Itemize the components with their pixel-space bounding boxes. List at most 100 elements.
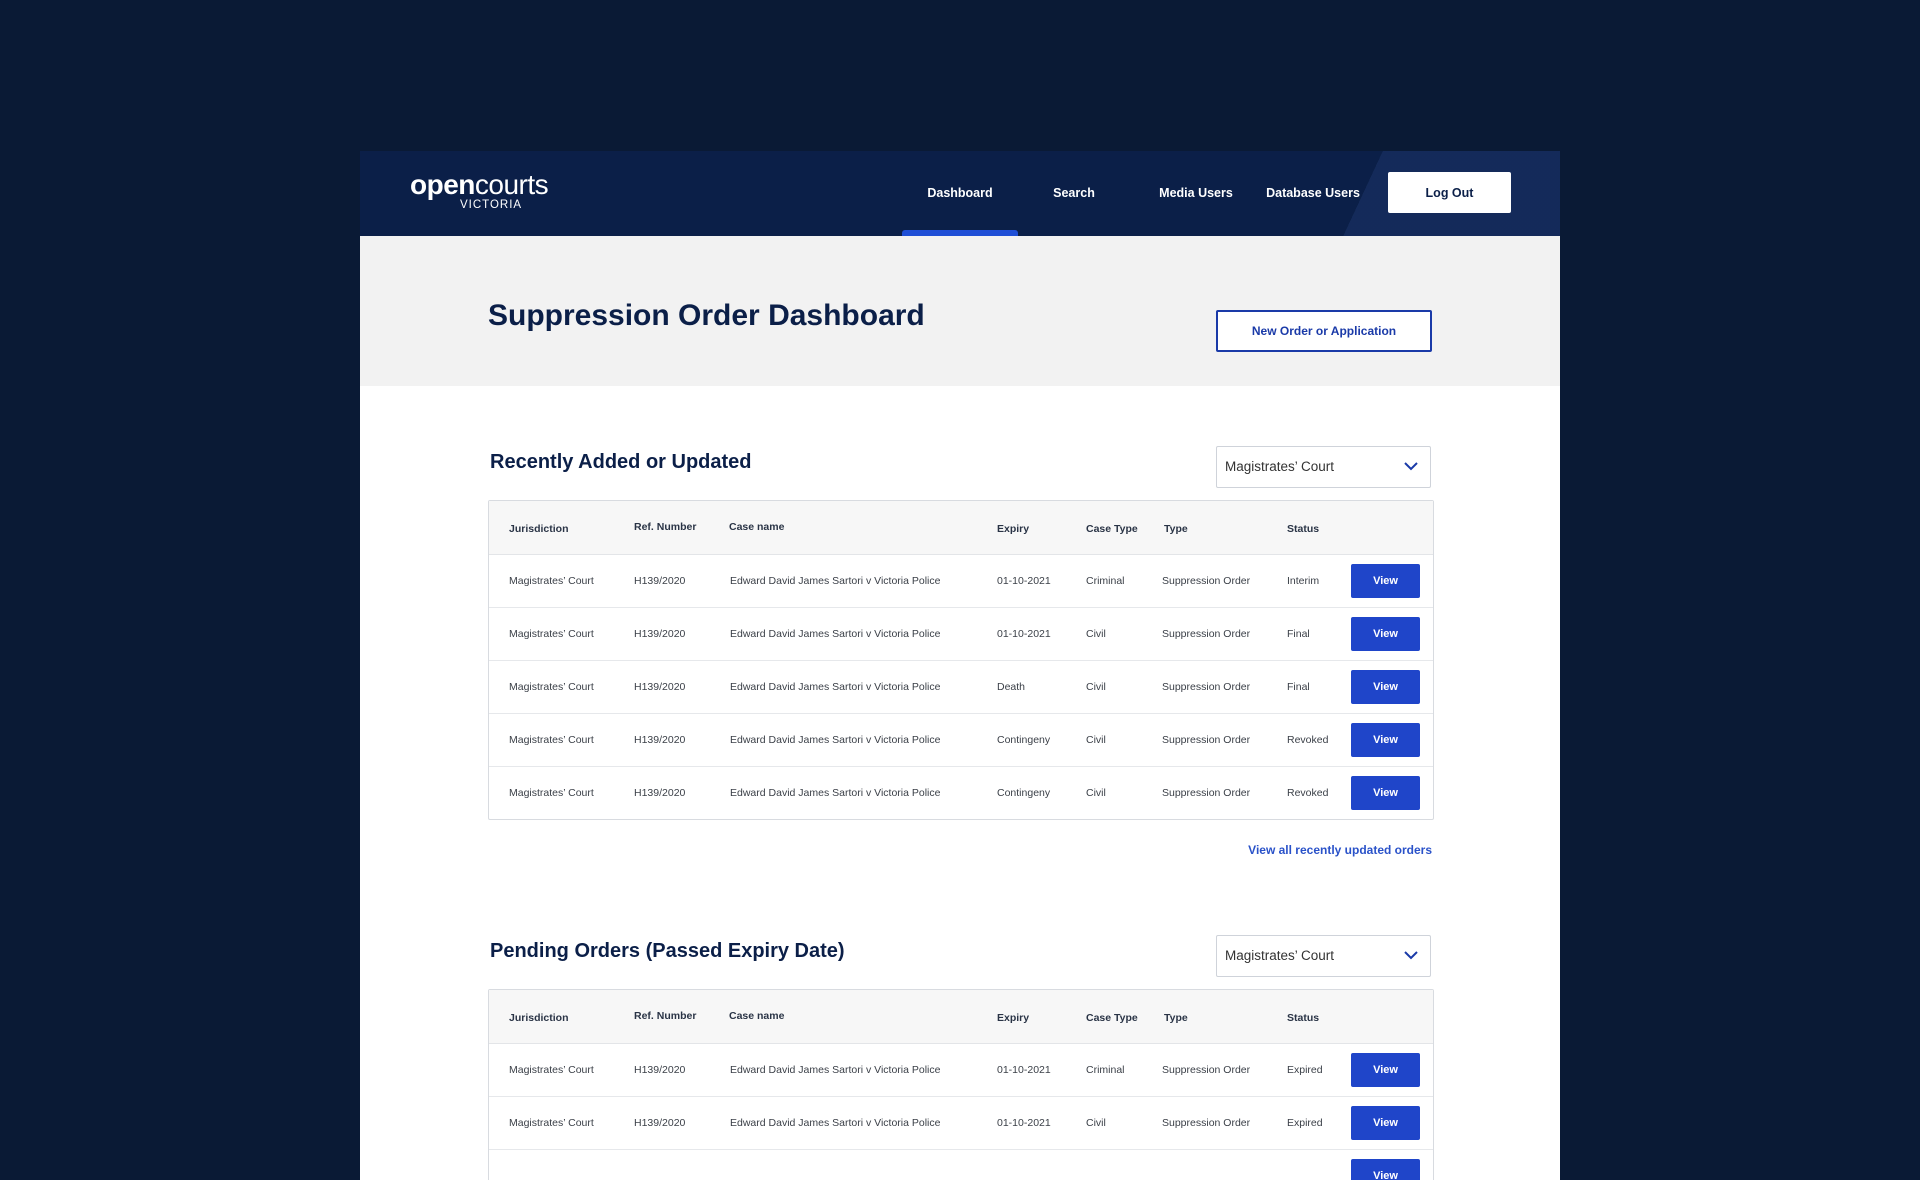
cell-status: Final <box>1287 681 1310 693</box>
select-value: Magistrates’ Court <box>1225 459 1335 474</box>
cell-expiry: Contingeny <box>997 734 1051 746</box>
col-expiry: Expiry <box>997 1012 1030 1024</box>
col-type: Type <box>1164 523 1188 535</box>
cell-ref: H139/2020 <box>634 681 686 693</box>
col-jurisdiction: Jurisdiction <box>509 1012 569 1024</box>
cell-case-type: Civil <box>1086 734 1106 746</box>
section-title: Pending Orders (Passed Expiry Date) <box>490 940 845 962</box>
col-ref-number: Ref. Number <box>634 1010 697 1022</box>
cell-type: Suppression Order <box>1162 787 1251 799</box>
cell-status: Final <box>1287 628 1310 640</box>
cell-ref: H139/2020 <box>634 628 686 640</box>
table-row: Magistrates’ Court H139/2020 Edward Davi… <box>489 661 1433 714</box>
nav-dashboard[interactable]: Dashboard <box>902 151 1018 236</box>
col-status: Status <box>1287 1012 1320 1024</box>
cell-case-name: Edward David James Sartori v Victoria Po… <box>730 1117 941 1129</box>
col-expiry: Expiry <box>997 523 1030 535</box>
table-header: Jurisdiction Ref. Number Case name Expir… <box>489 501 1433 555</box>
col-case-name: Case name <box>729 521 785 533</box>
cell-jurisdiction: Magistrates’ Court <box>509 575 594 587</box>
recent-orders-table: Jurisdiction Ref. Number Case name Expir… <box>488 500 1434 820</box>
jurisdiction-filter-select[interactable]: Magistrates’ Court <box>1216 446 1431 488</box>
new-order-button[interactable]: New Order or Application <box>1216 310 1432 352</box>
cell-type: Suppression Order <box>1162 1117 1251 1129</box>
cell-status: Expired <box>1287 1117 1323 1129</box>
cell-status: Interim <box>1287 575 1320 587</box>
top-navigation-bar: opencourts VICTORIA Dashboard Search Med… <box>360 151 1560 236</box>
cell-ref: H139/2020 <box>634 1117 686 1129</box>
cell-case-type: Civil <box>1086 787 1106 799</box>
view-button[interactable]: View <box>1351 1106 1420 1140</box>
pending-orders-section: Pending Orders (Passed Expiry Date) Magi… <box>360 881 1560 1180</box>
view-button[interactable]: View <box>1351 670 1420 704</box>
view-button[interactable]: View <box>1351 564 1420 598</box>
cell-jurisdiction: Magistrates’ Court <box>509 1117 594 1129</box>
col-case-type: Case Type <box>1086 1012 1138 1024</box>
page-title-band: Suppression Order Dashboard New Order or… <box>360 236 1560 386</box>
cell-case-type: Criminal <box>1086 575 1125 587</box>
cell-case-name: Edward David James Sartori v Victoria Po… <box>730 681 941 693</box>
nav-database-users[interactable]: Database Users <box>1253 151 1373 236</box>
cell-expiry: Death <box>997 681 1026 693</box>
chevron-down-icon <box>1404 951 1418 960</box>
table-header: Jurisdiction Ref. Number Case name Expir… <box>489 990 1433 1044</box>
cell-status: Revoked <box>1287 734 1329 746</box>
col-case-type: Case Type <box>1086 523 1138 535</box>
cell-expiry: 01-10-2021 <box>997 575 1051 587</box>
cell-case-type: Civil <box>1086 1117 1106 1129</box>
col-ref-number: Ref. Number <box>634 521 697 533</box>
cell-status: Revoked <box>1287 787 1329 799</box>
table-row: Magistrates’ Court H139/2020 Edward Davi… <box>489 555 1433 608</box>
cell-case-type: Civil <box>1086 628 1106 640</box>
cell-case-name: Edward David James Sartori v Victoria Po… <box>730 1064 941 1076</box>
cell-case-type: Criminal <box>1086 1064 1125 1076</box>
table-row: Magistrates’ Court H139/2020 Edward Davi… <box>489 608 1433 661</box>
cell-ref: H139/2020 <box>634 734 686 746</box>
col-case-name: Case name <box>729 1010 785 1022</box>
cell-jurisdiction: Magistrates’ Court <box>509 681 594 693</box>
cell-expiry: 01-10-2021 <box>997 628 1051 640</box>
nav-media-users[interactable]: Media Users <box>1140 151 1252 236</box>
cell-ref: H139/2020 <box>634 575 686 587</box>
logo-open-text: open <box>410 169 475 200</box>
view-button[interactable]: View <box>1351 1159 1420 1180</box>
cell-case-name: Edward David James Sartori v Victoria Po… <box>730 575 941 587</box>
col-type: Type <box>1164 1012 1188 1024</box>
page-title: Suppression Order Dashboard <box>488 299 925 332</box>
cell-expiry: Contingeny <box>997 787 1051 799</box>
cell-type: Suppression Order <box>1162 575 1251 587</box>
view-all-recent-link[interactable]: View all recently updated orders <box>1248 843 1432 857</box>
cell-case-name: Edward David James Sartori v Victoria Po… <box>730 734 941 746</box>
cell-type: Suppression Order <box>1162 1064 1251 1076</box>
cell-jurisdiction: Magistrates’ Court <box>509 628 594 640</box>
table-row: Magistrates’ Court H139/2020 Edward Davi… <box>489 1044 1433 1097</box>
log-out-button[interactable]: Log Out <box>1388 172 1511 213</box>
cell-case-type: Civil <box>1086 681 1106 693</box>
col-status: Status <box>1287 523 1320 535</box>
cell-status: Expired <box>1287 1064 1323 1076</box>
section-title: Recently Added or Updated <box>490 451 752 473</box>
logo-courts-text: courts <box>474 169 549 200</box>
cell-jurisdiction: Magistrates’ Court <box>509 1064 594 1076</box>
view-button[interactable]: View <box>1351 617 1420 651</box>
table-row: Magistrates’ Court H139/2020 Edward Davi… <box>489 767 1433 819</box>
select-value: Magistrates’ Court <box>1225 948 1335 963</box>
table-row: Magistrates’ Court H139/2020 Edward Davi… <box>489 1097 1433 1150</box>
cell-type: Suppression Order <box>1162 628 1251 640</box>
view-button[interactable]: View <box>1351 776 1420 810</box>
view-button[interactable]: View <box>1351 723 1420 757</box>
cell-expiry: 01-10-2021 <box>997 1117 1051 1129</box>
nav-search[interactable]: Search <box>1024 151 1124 236</box>
app-window: opencourts VICTORIA Dashboard Search Med… <box>360 151 1560 1180</box>
cell-ref: H139/2020 <box>634 1064 686 1076</box>
recently-added-section: Recently Added or Updated Magistrates’ C… <box>360 386 1560 886</box>
jurisdiction-filter-select[interactable]: Magistrates’ Court <box>1216 935 1431 977</box>
open-courts-logo[interactable]: opencourts VICTORIA <box>410 169 549 212</box>
view-button[interactable]: View <box>1351 1053 1420 1087</box>
table-row: View <box>489 1150 1433 1180</box>
logo-victoria-text: VICTORIA <box>460 199 523 211</box>
cell-case-name: Edward David James Sartori v Victoria Po… <box>730 628 941 640</box>
table-row: Magistrates’ Court H139/2020 Edward Davi… <box>489 714 1433 767</box>
cell-ref: H139/2020 <box>634 787 686 799</box>
cell-expiry: 01-10-2021 <box>997 1064 1051 1076</box>
